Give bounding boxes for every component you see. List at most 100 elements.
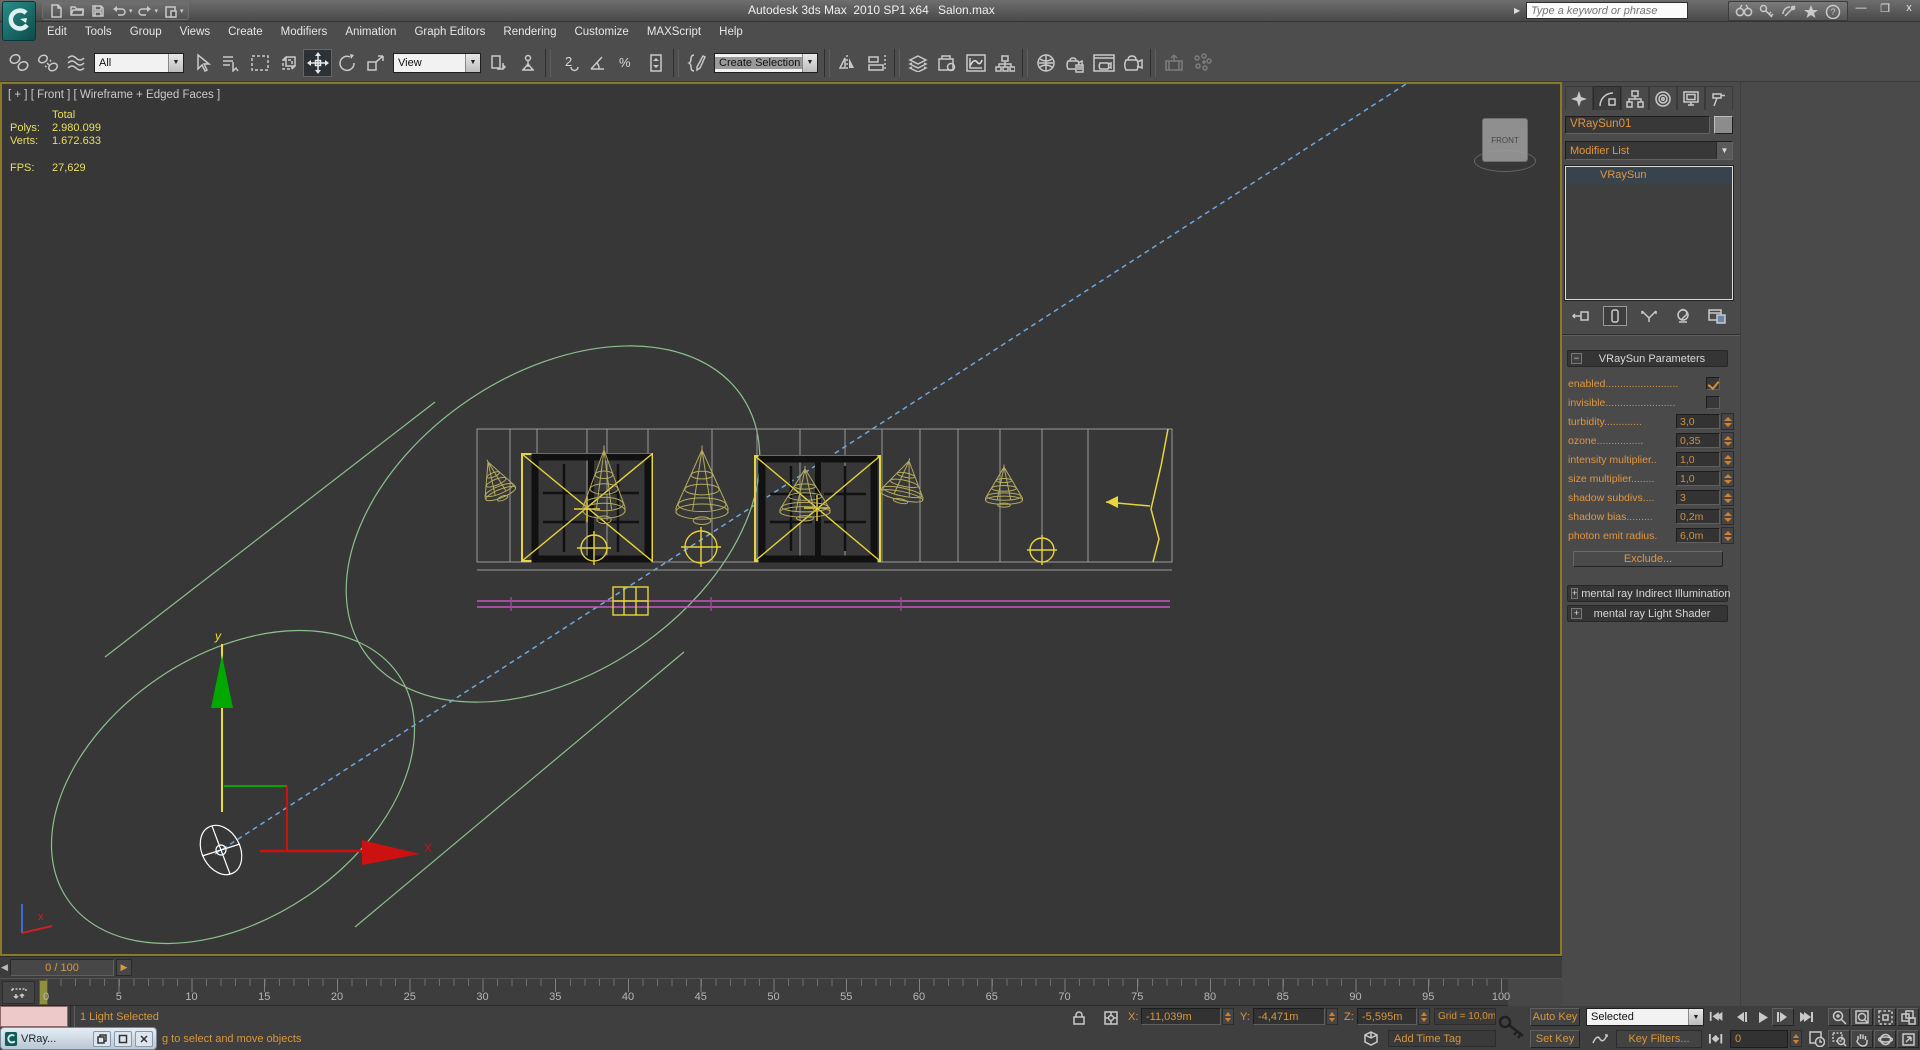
bind-to-space-warp-icon[interactable] <box>62 49 91 77</box>
select-and-move-icon[interactable] <box>303 48 332 77</box>
zoom-extents-all-icon[interactable] <box>1897 1008 1919 1026</box>
vraysun-light-icon[interactable] <box>192 818 250 882</box>
zoom-all-icon[interactable] <box>1851 1008 1873 1026</box>
render-production-icon[interactable] <box>1118 49 1147 77</box>
container-toolbar-icon[interactable] <box>932 49 961 77</box>
window-crossing-toggle-icon[interactable] <box>274 49 303 77</box>
favorites-star-icon[interactable] <box>1803 4 1819 19</box>
spinner-snap-toggle-icon[interactable] <box>641 49 670 77</box>
minimize-button[interactable]: — <box>1854 2 1868 15</box>
save-file-icon[interactable] <box>89 4 107 19</box>
edit-named-selection-sets-icon[interactable] <box>682 49 711 77</box>
time-slider-frame-display[interactable]: 0 / 100 <box>10 959 114 976</box>
schematic-view-icon[interactable] <box>990 49 1019 77</box>
time-slider-prev-arrow[interactable]: ◀ <box>0 959 9 976</box>
restore-button[interactable]: ❐ <box>1878 2 1892 15</box>
viewport-front[interactable]: #chd *{vector-effect:non-scaling-stroke;… <box>0 82 1562 956</box>
current-frame-field[interactable]: 0 <box>1730 1030 1788 1048</box>
menu-group[interactable]: Group <box>121 22 171 44</box>
tab-modify[interactable] <box>1593 86 1621 110</box>
viewcube[interactable]: FRONT <box>1482 118 1528 162</box>
spinner-photon_emit_radius[interactable] <box>1721 527 1734 544</box>
collapse-icon[interactable]: − <box>1571 353 1582 364</box>
set-key-button[interactable]: Set Key <box>1530 1030 1580 1048</box>
undo-dropdown-arrow-icon[interactable]: ▾ <box>129 7 133 15</box>
menu-create[interactable]: Create <box>219 22 272 44</box>
project-dropdown-arrow-icon[interactable]: ▾ <box>180 7 184 15</box>
maximize-viewport-toggle-icon[interactable] <box>1897 1030 1919 1048</box>
z-coord-field[interactable]: -5,595m <box>1357 1008 1417 1025</box>
play-button-icon[interactable] <box>1752 1008 1774 1026</box>
isolate-cube-icon[interactable] <box>1360 1030 1382 1048</box>
vray-close-icon[interactable] <box>135 1030 153 1047</box>
open-mini-curve-editor-icon[interactable] <box>2 981 35 1004</box>
z-coord-spinner[interactable] <box>1418 1008 1430 1025</box>
field-ozone[interactable]: 0,35 <box>1676 433 1720 448</box>
menu-help[interactable]: Help <box>710 22 752 44</box>
vray-taskbar-window[interactable]: VRay... <box>0 1027 157 1050</box>
menu-rendering[interactable]: Rendering <box>494 22 565 44</box>
object-color-swatch[interactable] <box>1714 116 1733 134</box>
time-configuration-icon[interactable] <box>1806 1030 1828 1048</box>
menu-edit[interactable]: Edit <box>38 22 76 44</box>
rectangular-selection-region-icon[interactable] <box>245 49 274 77</box>
selection-filter-dropdown[interactable]: All ▼ <box>94 52 184 73</box>
mirror-icon[interactable] <box>833 49 862 77</box>
reference-coordinate-dropdown[interactable]: View ▼ <box>393 52 481 73</box>
zoom-icon[interactable] <box>1828 1008 1850 1026</box>
checkbox-enabled[interactable] <box>1706 377 1720 390</box>
project-folder-icon[interactable] <box>161 4 179 19</box>
unlink-selection-icon[interactable] <box>33 49 62 77</box>
snaps-toggle-2d-icon[interactable]: 2 <box>554 49 583 77</box>
percent-snap-toggle-icon[interactable]: % <box>612 49 641 77</box>
orbit-icon[interactable] <box>1874 1030 1896 1048</box>
exclude-button[interactable]: Exclude... <box>1573 551 1723 567</box>
expand-icon[interactable]: + <box>1571 608 1582 619</box>
tab-utilities[interactable] <box>1705 86 1733 110</box>
help-icon[interactable]: ? <box>1825 4 1841 19</box>
menu-graph-editors[interactable]: Graph Editors <box>405 22 494 44</box>
object-name-field[interactable]: VRaySun01 <box>1565 116 1710 134</box>
close-button[interactable]: x <box>1902 2 1916 15</box>
key-filters-button[interactable]: Key Filters... <box>1616 1030 1702 1048</box>
select-and-scale-icon[interactable] <box>361 49 390 77</box>
region-zoom-icon[interactable] <box>1828 1030 1850 1048</box>
tab-motion[interactable] <box>1649 86 1677 110</box>
go-to-start-icon[interactable] <box>1705 1008 1727 1026</box>
selection-lock-icon[interactable] <box>1068 1008 1090 1026</box>
angle-snap-toggle-icon[interactable] <box>583 49 612 77</box>
track-bar[interactable]: 0 5 10 15 20 25 30 35 40 45 50 55 60 65 70 75 80 85 90 95 10… <box>0 978 1562 1007</box>
rollout-mental-ray-light-shader[interactable]: + mental ray Light Shader <box>1567 605 1728 622</box>
show-end-result-icon[interactable] <box>1603 306 1627 326</box>
field-turbidity[interactable]: 3,0 <box>1676 414 1720 429</box>
communication-key-icon[interactable] <box>1759 4 1775 18</box>
pan-hand-icon[interactable] <box>1851 1030 1873 1048</box>
spinner-shadow_bias[interactable] <box>1721 508 1734 525</box>
selection-set-dropdown[interactable]: Selected ▼ <box>1586 1008 1704 1026</box>
select-and-link-icon[interactable] <box>4 49 33 77</box>
rollout-vraysun-parameters[interactable]: − VRaySun Parameters <box>1567 350 1728 367</box>
expand-icon[interactable]: + <box>1571 588 1579 599</box>
select-object-icon[interactable] <box>187 49 216 77</box>
menu-animation[interactable]: Animation <box>336 22 405 44</box>
field-intensity_multiplier[interactable]: 1,0 <box>1676 452 1720 467</box>
spinner-turbidity[interactable] <box>1721 413 1734 430</box>
configure-modifier-sets-icon[interactable] <box>1705 306 1729 326</box>
menu-maxscript[interactable]: MAXScript <box>638 22 710 44</box>
add-time-tag[interactable]: Add Time Tag <box>1388 1030 1496 1047</box>
rendered-frame-window-icon[interactable] <box>1089 49 1118 77</box>
vray-maximize-icon[interactable] <box>114 1030 132 1047</box>
open-file-icon[interactable] <box>68 4 86 19</box>
stack-item-vraysun[interactable]: VRaySun <box>1566 167 1732 184</box>
remove-modifier-icon[interactable] <box>1671 306 1695 326</box>
material-editor-icon[interactable] <box>1031 49 1060 77</box>
select-and-manipulate-icon[interactable] <box>513 49 542 77</box>
curve-editor-icon[interactable] <box>961 49 990 77</box>
make-unique-icon[interactable] <box>1637 306 1661 326</box>
search-input[interactable] <box>1526 2 1688 19</box>
key-mode-toggle-icon[interactable] <box>1705 1030 1727 1048</box>
frame-spinner[interactable] <box>1790 1030 1802 1047</box>
maxscript-mini-listener[interactable] <box>0 1006 68 1027</box>
time-slider-next-arrow[interactable]: ▶ <box>116 959 132 976</box>
transform-gizmo[interactable]: y X <box>211 629 432 865</box>
